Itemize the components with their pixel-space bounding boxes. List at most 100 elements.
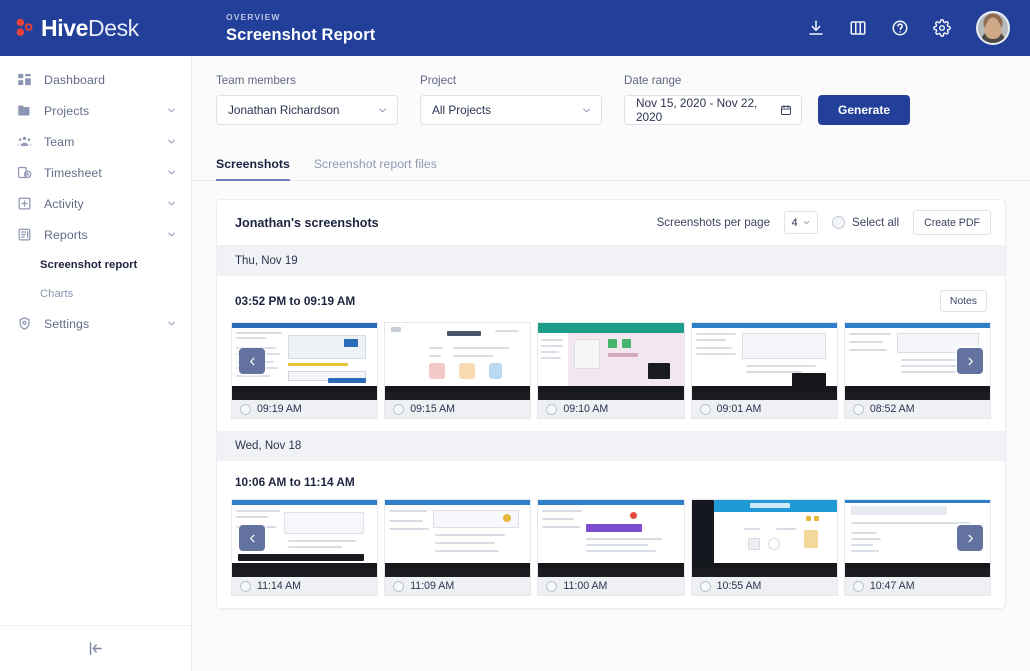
screenshot-checkbox[interactable] bbox=[546, 581, 557, 592]
per-page-select[interactable]: 4 bbox=[784, 211, 818, 234]
notes-button[interactable]: Notes bbox=[940, 290, 987, 312]
settings-icon[interactable] bbox=[932, 18, 952, 38]
folder-icon bbox=[16, 102, 33, 119]
screenshot-time: 11:14 AM bbox=[257, 580, 301, 592]
card-title: Jonathan's screenshots bbox=[235, 216, 379, 230]
screenshot-checkbox[interactable] bbox=[393, 581, 404, 592]
chevron-down-icon bbox=[166, 229, 177, 240]
collapse-sidebar-icon[interactable] bbox=[87, 640, 104, 657]
project-field: Project All Projects bbox=[420, 74, 602, 125]
sidebar-item-settings[interactable]: Settings bbox=[0, 308, 191, 339]
sidebar-item-activity[interactable]: Activity bbox=[0, 188, 191, 219]
sidebar-item-label: Dashboard bbox=[44, 73, 105, 87]
screenshot-footer: 11:14 AM bbox=[231, 577, 378, 596]
screenshot-footer: 10:55 AM bbox=[691, 577, 838, 596]
sidebar: Dashboard Projects Team bbox=[0, 56, 192, 671]
date-range-input[interactable]: Nov 15, 2020 - Nov 22, 2020 bbox=[624, 95, 802, 125]
screenshot-checkbox[interactable] bbox=[700, 581, 711, 592]
chevron-down-icon bbox=[377, 105, 388, 116]
project-select[interactable]: All Projects bbox=[420, 95, 602, 125]
select-all-checkbox[interactable]: Select all bbox=[832, 216, 899, 229]
screenshot-time: 09:15 AM bbox=[410, 403, 455, 415]
screenshot-row: 11:14 AM bbox=[231, 499, 991, 596]
sidebar-item-timesheet[interactable]: Timesheet bbox=[0, 157, 191, 188]
screenshot-checkbox[interactable] bbox=[853, 581, 864, 592]
team-members-field: Team members Jonathan Richardson bbox=[216, 74, 398, 125]
card-header: Jonathan's screenshots Screenshots per p… bbox=[217, 200, 1005, 246]
screenshot-footer: 09:15 AM bbox=[384, 400, 531, 419]
prev-screenshots-button[interactable] bbox=[239, 525, 265, 551]
screenshot-time: 11:09 AM bbox=[410, 580, 454, 592]
sidebar-item-dashboard[interactable]: Dashboard bbox=[0, 64, 191, 95]
screenshot-thumbnail[interactable] bbox=[691, 322, 838, 400]
screenshot-thumbnail[interactable] bbox=[384, 322, 531, 400]
page-title-block: OVERVIEW Screenshot Report bbox=[226, 12, 375, 45]
day-header: Wed, Nov 18 bbox=[217, 431, 1005, 461]
screenshot-thumbnail[interactable] bbox=[537, 322, 684, 400]
screenshot-thumbnail[interactable] bbox=[691, 499, 838, 577]
prev-screenshots-button[interactable] bbox=[239, 348, 265, 374]
session-block: 03:52 PM to 09:19 AM Notes bbox=[217, 276, 1005, 431]
screenshot-checkbox[interactable] bbox=[240, 581, 251, 592]
sidebar-subitem-charts[interactable]: Charts bbox=[0, 279, 191, 308]
timesheet-icon bbox=[16, 164, 33, 181]
help-icon[interactable] bbox=[890, 18, 910, 38]
chevron-down-icon bbox=[166, 167, 177, 178]
next-screenshots-button[interactable] bbox=[957, 525, 983, 551]
avatar[interactable] bbox=[976, 11, 1010, 45]
date-range-label: Date range bbox=[624, 74, 802, 87]
per-page-value: 4 bbox=[791, 217, 797, 229]
screenshot-footer: 09:19 AM bbox=[231, 400, 378, 419]
screenshot-footer: 09:10 AM bbox=[537, 400, 684, 419]
sidebar-item-team[interactable]: Team bbox=[0, 126, 191, 157]
screenshot-checkbox[interactable] bbox=[546, 404, 557, 415]
screenshot-item[interactable]: 09:10 AM bbox=[537, 322, 684, 419]
shield-icon bbox=[16, 315, 33, 332]
screenshot-item[interactable]: 11:00 AM bbox=[537, 499, 684, 596]
generate-button[interactable]: Generate bbox=[818, 95, 910, 125]
screenshot-time: 09:01 AM bbox=[717, 403, 762, 415]
app-root: HiveDesk OVERVIEW Screenshot Report bbox=[0, 0, 1030, 671]
screenshot-checkbox[interactable] bbox=[393, 404, 404, 415]
sidebar-nav: Dashboard Projects Team bbox=[0, 56, 191, 339]
sidebar-item-reports[interactable]: Reports bbox=[0, 219, 191, 250]
screenshot-thumbnail[interactable] bbox=[537, 499, 684, 577]
project-value: All Projects bbox=[432, 103, 581, 117]
screenshot-item[interactable]: 09:15 AM bbox=[384, 322, 531, 419]
next-screenshots-button[interactable] bbox=[957, 348, 983, 374]
tab-screenshot-report-files[interactable]: Screenshot report files bbox=[314, 157, 437, 180]
session-time-range: 10:06 AM to 11:14 AM bbox=[235, 475, 355, 489]
screenshot-item[interactable]: 11:09 AM bbox=[384, 499, 531, 596]
screenshot-time: 08:52 AM bbox=[870, 403, 915, 415]
activity-icon bbox=[16, 195, 33, 212]
sidebar-item-projects[interactable]: Projects bbox=[0, 95, 191, 126]
main-content: Team members Jonathan Richardson Project… bbox=[192, 56, 1030, 671]
chevron-down-icon bbox=[581, 105, 592, 116]
chevron-down-icon bbox=[802, 218, 811, 227]
screenshot-item[interactable]: 10:55 AM bbox=[691, 499, 838, 596]
create-pdf-button[interactable]: Create PDF bbox=[913, 210, 991, 235]
book-icon[interactable] bbox=[848, 18, 868, 38]
breadcrumb: OVERVIEW bbox=[226, 12, 375, 22]
screenshot-item[interactable]: 09:01 AM bbox=[691, 322, 838, 419]
top-bar: HiveDesk OVERVIEW Screenshot Report bbox=[0, 0, 1030, 56]
screenshot-checkbox[interactable] bbox=[240, 404, 251, 415]
sidebar-item-label: Projects bbox=[44, 104, 89, 118]
body: Dashboard Projects Team bbox=[0, 56, 1030, 671]
download-icon[interactable] bbox=[806, 18, 826, 38]
screenshot-time: 10:55 AM bbox=[717, 580, 762, 592]
sidebar-footer bbox=[0, 625, 191, 671]
day-label: Wed, Nov 18 bbox=[235, 440, 301, 452]
screenshot-footer: 09:01 AM bbox=[691, 400, 838, 419]
screenshot-time: 11:00 AM bbox=[563, 580, 607, 592]
screenshot-checkbox[interactable] bbox=[853, 404, 864, 415]
screenshot-thumbnail[interactable] bbox=[384, 499, 531, 577]
team-members-select[interactable]: Jonathan Richardson bbox=[216, 95, 398, 125]
brand-logo[interactable]: HiveDesk bbox=[14, 15, 194, 42]
calendar-icon bbox=[780, 104, 792, 116]
screenshot-checkbox[interactable] bbox=[700, 404, 711, 415]
sidebar-subitem-screenshot-report[interactable]: Screenshot report bbox=[0, 250, 191, 279]
tab-screenshots[interactable]: Screenshots bbox=[216, 157, 290, 180]
screenshot-footer: 11:00 AM bbox=[537, 577, 684, 596]
sidebar-item-label: Settings bbox=[44, 317, 89, 331]
